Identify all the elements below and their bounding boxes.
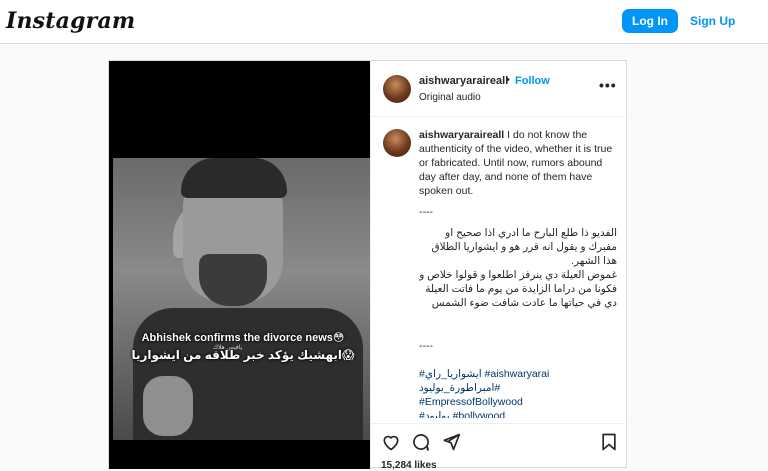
- separator-dot: •: [506, 74, 510, 86]
- top-navigation-bar: Instagram Log In Sign Up: [0, 0, 768, 44]
- author-avatar[interactable]: [383, 75, 411, 103]
- hashtag[interactable]: #امبراطورة_بوليود: [419, 381, 619, 395]
- caption-section: aishwaryaraireall I do not know the auth…: [371, 118, 629, 418]
- hashtag-list: #ايشواريا_راي #aishwaryarai #امبراطورة_ب…: [419, 367, 619, 418]
- video-caption-english: Abhishek confirms the divorce news😳: [141, 332, 345, 344]
- audio-link[interactable]: Original audio: [419, 92, 481, 103]
- caption-arabic-1: الفديو ذا طلع البارح ما ادري اذا صحيح او…: [431, 227, 617, 267]
- person-hand: [143, 376, 193, 436]
- like-count[interactable]: 15,284 likes: [381, 460, 437, 471]
- video-caption-arabic: ابهشيك يؤكد خبر طلاقه من ايشواريا😱: [131, 348, 355, 362]
- person-beard: [199, 254, 267, 306]
- author-username[interactable]: aishwaryaraireall: [419, 75, 508, 87]
- hashtag[interactable]: #ايشواريا_راي #aishwaryarai: [419, 367, 619, 381]
- bookmark-icon[interactable]: [599, 432, 619, 452]
- person-hair: [181, 158, 287, 198]
- post-sidebar: aishwaryaraireall • Follow Original audi…: [370, 61, 629, 471]
- follow-button[interactable]: Follow: [515, 75, 550, 87]
- post-card: Abhishek confirms the divorce news😳 يافي…: [108, 60, 629, 471]
- caption-text: aishwaryaraireall I do not know the auth…: [419, 128, 619, 198]
- hashtag[interactable]: #EmpressofBollywood: [419, 395, 619, 409]
- post-actions: [371, 423, 629, 453]
- hashtag[interactable]: #بوليود #bollywood: [419, 409, 619, 418]
- caption-arabic-2: غموض العيلة دي ينرفز اطلعوا و قولوا خلاص…: [419, 269, 617, 309]
- login-button[interactable]: Log In: [622, 9, 678, 33]
- heart-icon[interactable]: [381, 432, 401, 452]
- comment-icon[interactable]: [411, 432, 431, 452]
- more-options-icon[interactable]: •••: [599, 77, 617, 93]
- video-player[interactable]: Abhishek confirms the divorce news😳 يافي…: [109, 61, 370, 469]
- caption-username[interactable]: aishwaryaraireall: [419, 129, 504, 141]
- instagram-logo[interactable]: Instagram: [6, 8, 135, 34]
- post-header: aishwaryaraireall • Follow Original audi…: [371, 61, 629, 117]
- signup-link[interactable]: Sign Up: [690, 14, 735, 28]
- share-icon[interactable]: [441, 432, 461, 452]
- caption-separator: ----: [419, 206, 433, 218]
- video-frame: Abhishek confirms the divorce news😳 يافي…: [113, 158, 370, 440]
- caption-separator-2: ----: [419, 340, 433, 352]
- caption-author-avatar[interactable]: [383, 129, 411, 157]
